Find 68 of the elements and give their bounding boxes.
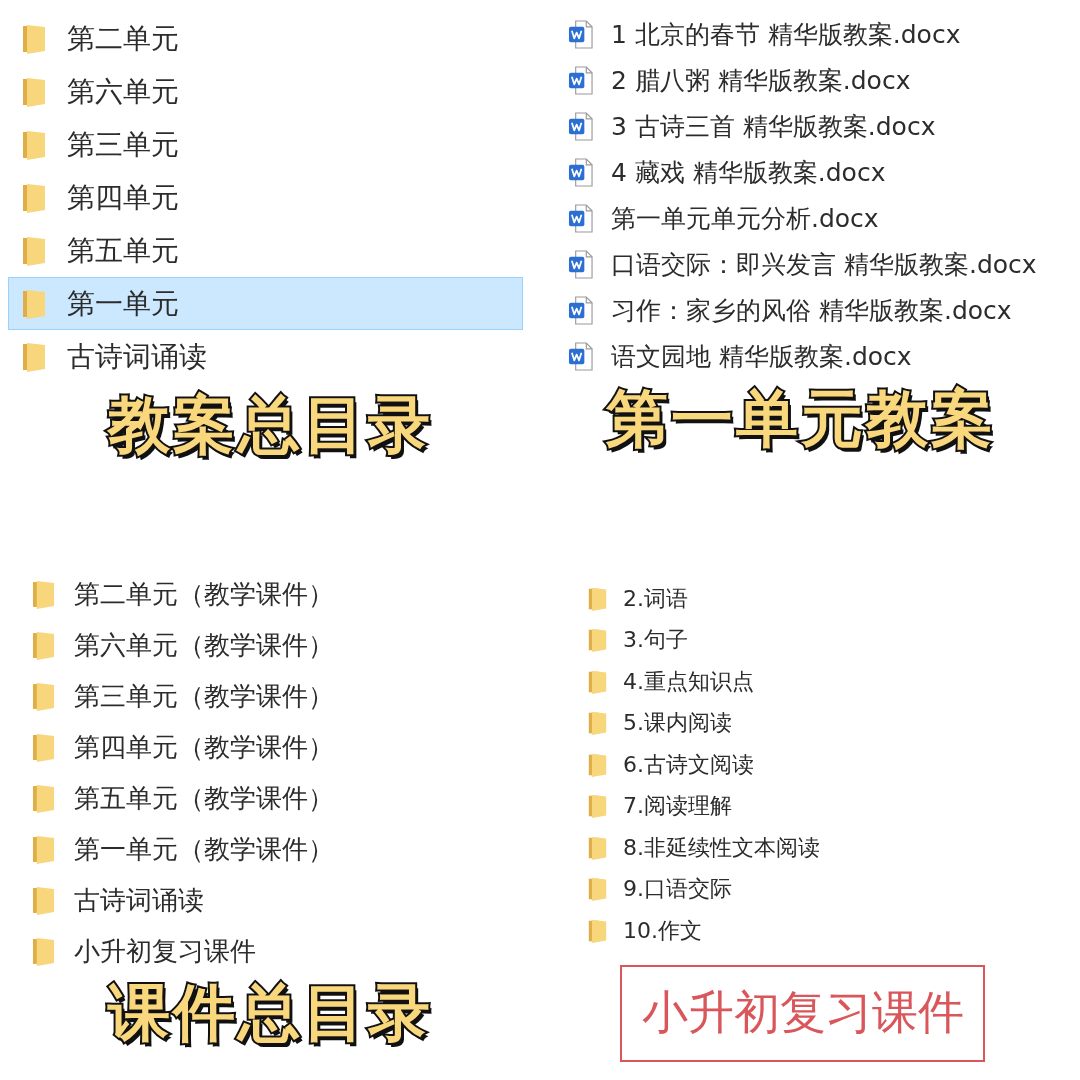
folder-icon xyxy=(32,733,55,762)
file-item[interactable]: 习作：家乡的风俗 精华版教案.docx xyxy=(562,287,1021,333)
folder-item[interactable]: 第一单元（教学课件） xyxy=(24,824,343,875)
folder-item[interactable]: 4.重点知识点 xyxy=(582,661,763,703)
folder-icon xyxy=(588,586,607,611)
folder-item[interactable]: 第六单元 xyxy=(8,65,190,118)
folder-item[interactable]: 2.词语 xyxy=(582,578,697,620)
word-document-icon xyxy=(568,341,593,371)
folder-icon xyxy=(32,937,55,966)
folder-icon xyxy=(32,886,55,915)
word-document-icon xyxy=(568,111,593,141)
folder-item[interactable]: 第二单元 xyxy=(8,12,190,65)
folder-icon xyxy=(588,752,607,777)
folder-item[interactable]: 5.课内阅读 xyxy=(582,702,741,744)
file-item[interactable]: 3 古诗三首 精华版教案.docx xyxy=(562,103,945,149)
folder-icon xyxy=(32,682,55,711)
word-document-icon xyxy=(568,65,593,95)
folder-icon xyxy=(22,288,46,319)
boxed-title: 小升初复习课件 xyxy=(620,964,985,1062)
folder-item[interactable]: 第三单元（教学课件） xyxy=(24,671,343,722)
folder-item[interactable]: 6.古诗文阅读 xyxy=(582,744,763,786)
folder-icon xyxy=(588,835,607,860)
folder-item[interactable]: 7.阅读理解 xyxy=(582,785,741,827)
folder-icon xyxy=(588,918,607,943)
folder-item[interactable]: 古诗词诵读 xyxy=(8,330,218,383)
folder-item[interactable]: 9.口语交际 xyxy=(582,868,741,910)
folder-icon xyxy=(32,835,55,864)
folder-item[interactable]: 3.句子 xyxy=(582,619,697,661)
folder-icon xyxy=(588,711,607,736)
file-item[interactable]: 第一单元单元分析.docx xyxy=(562,195,888,241)
banner-title: 教案总目录 xyxy=(107,389,433,461)
file-item[interactable]: 语文园地 精华版教案.docx xyxy=(562,333,921,379)
word-document-icon xyxy=(568,157,593,187)
folder-icon xyxy=(22,341,46,372)
word-document-icon xyxy=(568,19,593,49)
folder-item[interactable]: 第三单元 xyxy=(8,118,190,171)
file-item[interactable]: 4 藏戏 精华版教案.docx xyxy=(562,149,895,195)
folder-item[interactable]: 第二单元（教学课件） xyxy=(24,569,343,620)
folder-item[interactable]: 第六单元（教学课件） xyxy=(24,620,343,671)
folder-item[interactable]: 第一单元 xyxy=(8,277,523,330)
folder-item[interactable]: 第五单元 xyxy=(8,224,190,277)
folder-icon xyxy=(588,794,607,819)
file-item[interactable]: 2 腊八粥 精华版教案.docx xyxy=(562,57,920,103)
folder-icon xyxy=(588,669,607,694)
folder-item[interactable]: 古诗词诵读 xyxy=(24,875,213,926)
folder-icon xyxy=(22,76,46,107)
file-item[interactable]: 口语交际：即兴发言 精华版教案.docx xyxy=(562,241,1046,287)
folder-icon xyxy=(22,235,46,266)
folder-item[interactable]: 10.作文 xyxy=(582,910,711,952)
word-document-icon xyxy=(568,203,593,233)
word-document-icon xyxy=(568,249,593,279)
folder-item[interactable]: 第五单元（教学课件） xyxy=(24,773,343,824)
folder-icon xyxy=(32,784,55,813)
file-item[interactable]: 1 北京的春节 精华版教案.docx xyxy=(562,11,970,57)
folder-icon xyxy=(588,628,607,653)
folder-item[interactable]: 第四单元 xyxy=(8,171,190,224)
folder-icon xyxy=(22,129,46,160)
folder-icon xyxy=(22,182,46,213)
folder-item[interactable]: 8.非延续性文本阅读 xyxy=(582,827,829,869)
folder-icon xyxy=(32,580,55,609)
banner-title: 第一单元教案 xyxy=(606,383,996,455)
folder-item[interactable]: 小升初复习课件 xyxy=(24,926,265,977)
folder-icon xyxy=(588,877,607,902)
banner-title: 课件总目录 xyxy=(107,977,433,1049)
folder-icon xyxy=(32,631,55,660)
folder-item[interactable]: 第四单元（教学课件） xyxy=(24,722,343,773)
folder-icon xyxy=(22,23,46,54)
word-document-icon xyxy=(568,295,593,325)
